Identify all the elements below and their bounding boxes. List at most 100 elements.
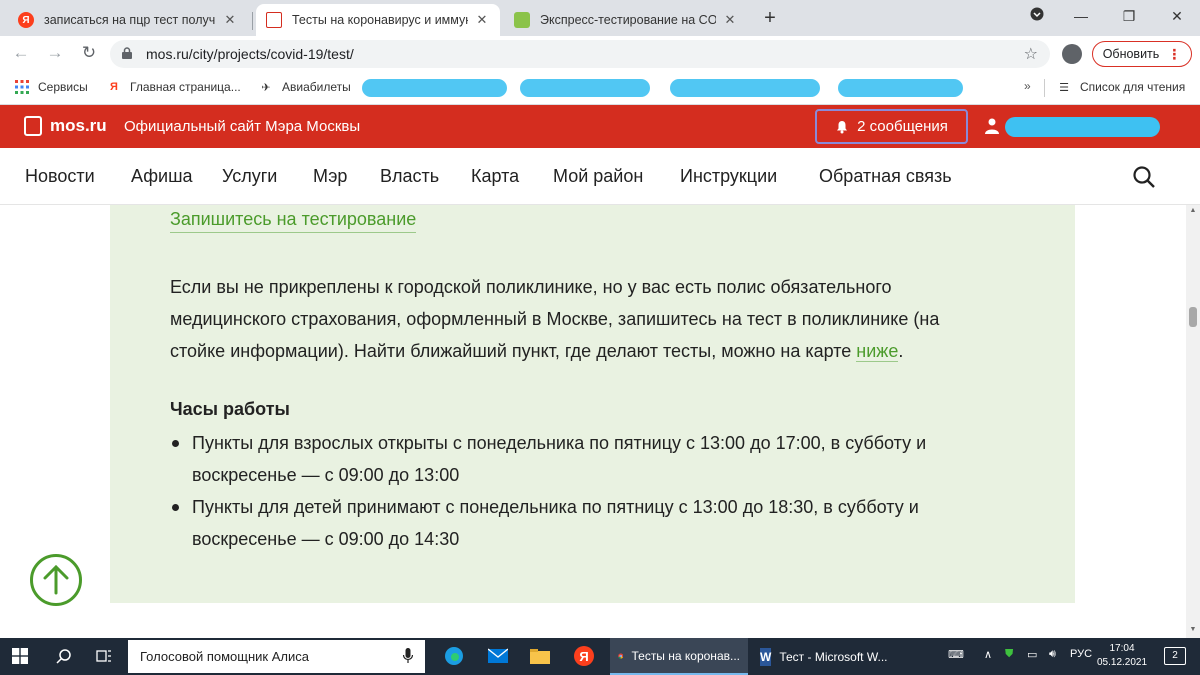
bookmarks-overflow-icon[interactable]: » bbox=[1024, 79, 1031, 93]
arrow-up-icon bbox=[43, 564, 69, 595]
search-icon[interactable] bbox=[54, 646, 74, 666]
nav-item-services[interactable]: Услуги bbox=[222, 166, 277, 187]
network-icon[interactable]: ▭ bbox=[1027, 648, 1037, 661]
update-button[interactable]: Обновить ⋮ bbox=[1092, 41, 1192, 67]
site-icon bbox=[514, 12, 530, 28]
bookmark-label: Сервисы bbox=[38, 80, 88, 94]
main-nav: Новости Афиша Услуги Мэр Власть Карта Мо… bbox=[0, 148, 1200, 205]
redacted-bookmark bbox=[362, 79, 507, 97]
reading-list-label: Список для чтения bbox=[1080, 80, 1186, 94]
url-text: mos.ru/city/projects/covid-19/test/ bbox=[146, 46, 354, 62]
microphone-icon[interactable] bbox=[403, 648, 413, 664]
bookmarks-bar: Сервисы Я Главная страница... ✈ Авиабиле… bbox=[0, 71, 1200, 105]
nav-item-mayor[interactable]: Мэр bbox=[313, 166, 347, 187]
mosru-logo-icon bbox=[24, 116, 42, 136]
search-icon[interactable] bbox=[1132, 165, 1156, 189]
windows-taskbar: Голосовой помощник Алиса Я Тесты на коро… bbox=[0, 638, 1200, 675]
tab-separator bbox=[252, 12, 253, 30]
browser-tab-strip: Я записаться на пцр тест получит ✕ Тесты… bbox=[0, 0, 1200, 36]
site-tagline: Официальный сайт Мэра Москвы bbox=[124, 118, 361, 135]
browser-toolbar: ← → ↻ mos.ru/city/projects/covid-19/test… bbox=[0, 36, 1200, 71]
screen: Я записаться на пцр тест получит ✕ Тесты… bbox=[0, 0, 1200, 675]
keyboard-icon[interactable]: ⌨ bbox=[948, 648, 964, 661]
close-icon[interactable]: ✕ bbox=[474, 12, 490, 28]
bookmark-star-icon[interactable]: ☆ bbox=[1024, 44, 1038, 64]
tab-2[interactable]: Тесты на коронавирус и иммун ✕ bbox=[256, 4, 500, 36]
tab-search-icon[interactable] bbox=[1022, 4, 1052, 28]
scroll-up-icon[interactable]: ▲ bbox=[1189, 207, 1197, 215]
bookmark-aviatickets[interactable]: ✈ Авиабилеты bbox=[258, 79, 350, 95]
book-test-link[interactable]: Запишитесь на тестирование bbox=[170, 209, 417, 233]
bookmark-divider bbox=[1044, 79, 1045, 97]
map-below-link[interactable]: ниже bbox=[856, 341, 899, 362]
scroll-down-icon[interactable]: ▼ bbox=[1189, 626, 1197, 634]
nav-item-feedback[interactable]: Обратная связь bbox=[819, 166, 952, 187]
user-icon[interactable] bbox=[985, 118, 999, 134]
site-logo[interactable]: mos.ru bbox=[24, 116, 107, 136]
tab-title: Тесты на коронавирус и иммун bbox=[292, 13, 468, 27]
reading-list-button[interactable]: ☰ Список для чтения bbox=[1056, 79, 1185, 95]
language-indicator[interactable]: РУС bbox=[1070, 648, 1092, 660]
nav-item-news[interactable]: Новости bbox=[25, 166, 95, 187]
nav-item-government[interactable]: Власть bbox=[380, 166, 439, 187]
redacted-username[interactable] bbox=[1005, 117, 1160, 137]
scroll-to-top-button[interactable] bbox=[30, 554, 82, 606]
taskbar-app-chrome[interactable]: Тесты на коронав... bbox=[610, 638, 748, 675]
yandex-icon: Я bbox=[110, 81, 118, 93]
list-item: Пункты для взрослых открыты с понедельни… bbox=[170, 427, 990, 491]
edge-icon[interactable] bbox=[444, 646, 464, 666]
volume-icon[interactable]: 🔊︎ bbox=[1049, 648, 1056, 661]
bookmark-services[interactable]: Сервисы bbox=[14, 79, 88, 95]
nav-item-my-district[interactable]: Мой район bbox=[553, 166, 643, 187]
tab-3[interactable]: Экспресс-тестирование на COV ✕ bbox=[504, 4, 748, 36]
redacted-bookmark bbox=[838, 79, 963, 97]
bookmark-label: Главная страница... bbox=[130, 80, 241, 94]
reload-icon[interactable]: ↻ bbox=[78, 42, 100, 64]
close-icon[interactable]: ✕ bbox=[722, 12, 738, 28]
profile-avatar-icon[interactable] bbox=[1062, 44, 1082, 64]
info-paragraph: Если вы не прикреплены к городской полик… bbox=[170, 271, 990, 367]
close-window-icon[interactable]: ✕ bbox=[1162, 4, 1192, 28]
new-tab-icon[interactable]: + bbox=[758, 6, 782, 30]
lock-icon bbox=[122, 46, 136, 62]
scroll-thumb[interactable] bbox=[1189, 307, 1197, 327]
page-scrollbar[interactable]: ▲ ▼ bbox=[1186, 205, 1200, 638]
mail-icon[interactable] bbox=[488, 646, 508, 666]
page-content: Запишитесь на тестирование Если вы не пр… bbox=[0, 205, 1186, 638]
tray-chevron-up-icon[interactable]: ∧ bbox=[984, 648, 992, 661]
alice-voice-search-input[interactable]: Голосовой помощник Алиса bbox=[128, 640, 425, 673]
bookmark-yandex[interactable]: Я Главная страница... bbox=[106, 79, 241, 95]
forward-icon[interactable]: → bbox=[44, 42, 66, 64]
apps-grid-icon bbox=[14, 79, 30, 95]
nav-item-map[interactable]: Карта bbox=[471, 166, 519, 187]
menu-dots-icon: ⋮ bbox=[1167, 45, 1182, 62]
yandex-icon: Я bbox=[18, 12, 34, 28]
address-bar[interactable]: mos.ru/city/projects/covid-19/test/ ☆ bbox=[110, 40, 1050, 68]
messages-button[interactable]: 2 сообщения bbox=[815, 109, 968, 144]
hours-heading: Часы работы bbox=[170, 399, 290, 419]
site-header: mos.ru Официальный сайт Мэра Москвы 2 со… bbox=[0, 105, 1200, 148]
yandex-browser-icon[interactable]: Я bbox=[574, 646, 594, 666]
tab-1[interactable]: Я записаться на пцр тест получит ✕ bbox=[8, 4, 248, 36]
close-icon[interactable]: ✕ bbox=[222, 12, 238, 28]
minimize-icon[interactable]: — bbox=[1066, 4, 1096, 28]
taskbar-app-word[interactable]: W Тест - Microsoft W... bbox=[752, 638, 890, 675]
alice-search-text: Голосовой помощник Алиса bbox=[140, 649, 309, 664]
paragraph-end: . bbox=[898, 341, 904, 361]
nav-item-instructions[interactable]: Инструкции bbox=[680, 166, 777, 187]
info-panel: Запишитесь на тестирование Если вы не пр… bbox=[110, 205, 1075, 603]
windows-start-icon[interactable] bbox=[12, 648, 28, 664]
restore-icon[interactable]: ❐ bbox=[1114, 4, 1144, 28]
tab-title: записаться на пцр тест получит bbox=[44, 13, 216, 27]
redacted-bookmark bbox=[520, 79, 650, 97]
file-explorer-icon[interactable] bbox=[530, 646, 550, 666]
nav-item-afisha[interactable]: Афиша bbox=[131, 166, 193, 187]
security-shield-icon[interactable]: ⛊ bbox=[1005, 648, 1013, 661]
task-view-icon[interactable] bbox=[94, 646, 114, 666]
hours-list: Пункты для взрослых открыты с понедельни… bbox=[170, 427, 990, 555]
system-clock[interactable]: 17:04 05.12.2021 bbox=[1097, 642, 1147, 670]
reading-list-icon: ☰ bbox=[1059, 81, 1069, 94]
back-icon[interactable]: ← bbox=[10, 42, 32, 64]
tab-title: Экспресс-тестирование на COV bbox=[540, 13, 716, 27]
notification-center-icon[interactable]: 2 bbox=[1164, 647, 1186, 665]
